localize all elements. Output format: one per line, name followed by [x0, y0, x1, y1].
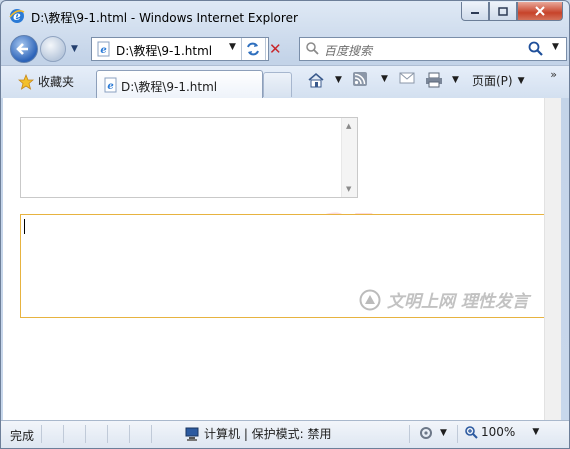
search-options-dropdown[interactable]: ▼ [552, 42, 559, 52]
tab-active[interactable]: e D:\教程\9-1.html [96, 70, 263, 98]
maximize-button[interactable] [489, 2, 517, 21]
page-menu-label: 页面(P) [472, 74, 513, 88]
history-dropdown-icon[interactable]: ▼ [71, 44, 78, 54]
mail-icon [399, 72, 415, 84]
new-tab-button[interactable] [263, 72, 292, 97]
address-input[interactable]: D:\教程\9-1.html [116, 42, 212, 59]
divider [151, 425, 152, 443]
minimize-button[interactable] [461, 2, 489, 21]
divider [409, 425, 410, 443]
page-icon: e [97, 41, 110, 57]
divider [457, 425, 458, 443]
close-icon [535, 6, 545, 16]
chevron-down-icon[interactable]: ▼ [335, 75, 342, 85]
close-button[interactable] [517, 2, 563, 21]
scroll-down-icon[interactable]: ▼ [346, 185, 351, 193]
title-bar: e D:\教程\9-1.html - Windows Internet Expl… [1, 1, 569, 31]
feeds-button[interactable]: ▼ [353, 72, 388, 86]
back-button[interactable] [10, 35, 38, 63]
tab-label: D:\教程\9-1.html [121, 80, 218, 94]
svg-text:e: e [100, 45, 106, 56]
zoom-control[interactable]: 100% ▼ [464, 425, 539, 439]
toolbar-overflow-button[interactable]: » [550, 68, 557, 81]
address-bar[interactable]: e D:\教程\9-1.html ▼ ✕ [91, 37, 282, 61]
logo-icon [359, 289, 381, 310]
divider [129, 425, 130, 443]
page-content: ▲ ▼ www.aa25.cn 文明上网 理性发言 [3, 98, 561, 420]
mail-button[interactable] [399, 72, 415, 84]
page-scrollbar[interactable] [544, 98, 561, 420]
divider [107, 425, 108, 443]
textarea-scroll[interactable]: ▲ ▼ [20, 117, 358, 198]
search-icon [306, 42, 319, 55]
minimize-icon [471, 12, 479, 14]
maximize-icon [498, 6, 508, 16]
chevron-down-icon: ▼ [440, 428, 447, 438]
stop-icon[interactable]: ✕ [269, 40, 282, 58]
text-caret [24, 219, 25, 234]
search-button[interactable] [528, 41, 544, 57]
search-box[interactable]: 百度搜索 ▼ [299, 37, 567, 61]
watermark-brand: 文明上网 理性发言 [359, 287, 529, 312]
chevron-down-icon[interactable]: ▼ [452, 75, 459, 85]
divider [241, 38, 242, 60]
status-text: 完成 [10, 429, 35, 443]
divider [41, 425, 42, 443]
chevron-down-icon: ▼ [532, 427, 540, 437]
ie-icon: e [9, 9, 25, 23]
divider [63, 425, 64, 443]
zoom-icon [465, 426, 478, 439]
print-button[interactable]: ▼ [425, 72, 459, 88]
computer-icon [185, 427, 199, 441]
popup-settings-button[interactable]: ▼ [418, 425, 447, 441]
forward-button[interactable] [40, 36, 66, 62]
favorites-label: 收藏夹 [38, 75, 75, 89]
search-input[interactable]: 百度搜索 [324, 42, 372, 59]
zoom-level: 100% [481, 425, 516, 439]
rss-icon [353, 72, 367, 86]
status-bar: 完成 计算机 | 保护模式: 禁用 ▼ 100% ▼ [1, 420, 569, 448]
chevron-down-icon[interactable]: ▼ [229, 42, 236, 52]
ie-window: e D:\教程\9-1.html - Windows Internet Expl… [0, 0, 570, 449]
settings-icon [420, 427, 432, 439]
arrow-left-icon [16, 43, 28, 55]
page-menu-button[interactable]: 页面(P) ▼ [472, 72, 525, 89]
chevron-down-icon: ▼ [517, 75, 525, 86]
home-icon [308, 72, 324, 88]
chevron-down-icon[interactable]: ▼ [381, 74, 388, 84]
window-title: D:\教程\9-1.html - Windows Internet Explor… [31, 11, 298, 25]
divider [265, 38, 266, 60]
divider [85, 425, 86, 443]
page-icon: e [104, 77, 117, 93]
security-zone[interactable]: 计算机 | 保护模式: 禁用 [184, 425, 332, 442]
refresh-icon[interactable] [245, 41, 261, 57]
scroll-up-icon[interactable]: ▲ [346, 122, 351, 130]
svg-text:e: e [107, 81, 113, 92]
printer-icon [426, 72, 442, 88]
caption-buttons [461, 2, 563, 21]
favorites-button[interactable]: 收藏夹 [18, 73, 74, 90]
home-button[interactable]: ▼ [307, 72, 342, 88]
navigation-bar: ▼ e D:\教程\9-1.html ▼ ✕ 百度搜索 ▼ [1, 32, 569, 64]
star-icon [18, 73, 34, 90]
tab-bar: 收藏夹 e D:\教程\9-1.html ▼ ▼ ▼ 页面(P) ▼ » [1, 65, 569, 98]
zone-text: 计算机 | 保护模式: 禁用 [204, 427, 332, 441]
watermark-brand-text: 文明上网 理性发言 [387, 292, 529, 312]
textarea-scrollbar[interactable]: ▲ ▼ [341, 118, 357, 197]
